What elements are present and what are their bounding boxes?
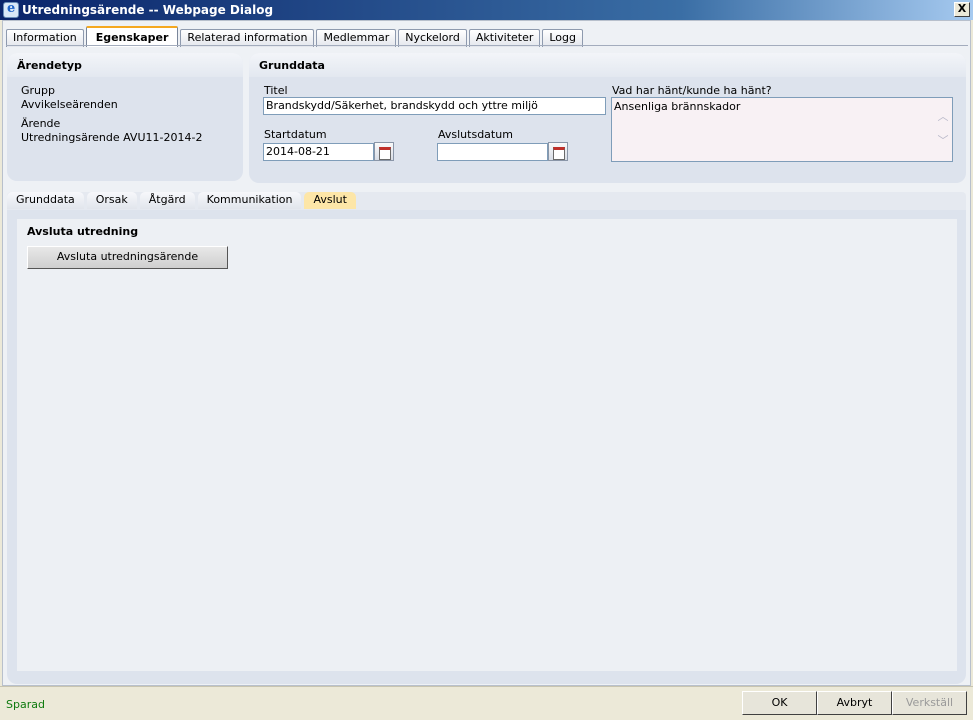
subtab-kommunikation[interactable]: Kommunikation — [197, 192, 302, 209]
window-title: Utredningsärende -- Webpage Dialog — [22, 3, 274, 17]
sub-tabs: Grunddata Orsak Åtgärd Kommunikation Avslut — [7, 192, 966, 210]
main-tabs: Information Egenskaper Relaterad informati… — [6, 26, 585, 47]
grunddata-panel-header: Grunddata — [249, 53, 966, 77]
vad-label: Vad har hänt/kunde ha hänt? — [612, 84, 772, 97]
scroll-up-icon[interactable]: ︿ — [937, 111, 949, 123]
grupp-value: Avvikelseärenden — [21, 98, 118, 111]
avsluta-utredning-title: Avsluta utredning — [27, 225, 139, 238]
vad-textarea[interactable]: Ansenliga brännskador ︿ ﹀ — [611, 97, 953, 162]
ie-icon — [3, 1, 19, 18]
titel-label: Titel — [264, 84, 288, 97]
avslutsdatum-label: Avslutsdatum — [438, 128, 513, 141]
arende-value: Utredningsärende AVU11-2014-2 — [21, 131, 203, 144]
grupp-label: Grupp — [21, 84, 55, 97]
titel-input[interactable]: Brandskydd/Säkerhet, brandskydd och yttr… — [263, 97, 606, 115]
subtab-orsak[interactable]: Orsak — [86, 192, 137, 209]
grunddata-panel: Grunddata Titel Brandskydd/Säkerhet, bra… — [249, 53, 966, 183]
scroll-down-icon[interactable]: ﹀ — [937, 135, 949, 147]
dialog-body: Information Egenskaper Relaterad informati… — [2, 20, 971, 686]
arendetyp-title: Ärendetyp — [17, 59, 82, 72]
startdatum-calendar-icon[interactable] — [374, 142, 394, 161]
apply-button[interactable]: Verkställ — [892, 691, 967, 715]
ok-button[interactable]: OK — [742, 691, 817, 715]
avslut-panel: Avsluta utredning Avsluta utredningsären… — [7, 210, 966, 684]
vad-text: Ansenliga brännskador — [614, 100, 741, 113]
footer-bar: Sparad OK Avbryt Verkställ — [0, 686, 973, 720]
avslutsdatum-calendar-icon[interactable] — [548, 142, 568, 161]
cancel-button[interactable]: Avbryt — [817, 691, 892, 715]
arendetyp-panel: Ärendetyp Grupp Avvikelseärenden Ärende … — [7, 53, 243, 181]
arendetyp-panel-header: Ärendetyp — [7, 53, 243, 77]
tabs-divider — [6, 45, 968, 46]
close-button[interactable]: X — [954, 2, 970, 17]
startdatum-label: Startdatum — [264, 128, 327, 141]
avsluta-utredningsarende-button[interactable]: Avsluta utredningsärende — [27, 246, 228, 269]
title-bar: Utredningsärende -- Webpage Dialog X — [0, 0, 973, 20]
tab-egenskaper[interactable]: Egenskaper — [85, 26, 179, 47]
subtab-avslut[interactable]: Avslut — [304, 192, 356, 209]
subtab-grunddata[interactable]: Grunddata — [7, 192, 84, 209]
subtab-atgard[interactable]: Åtgärd — [139, 192, 195, 209]
grunddata-title: Grunddata — [259, 59, 325, 72]
startdatum-input[interactable]: 2014-08-21 — [263, 143, 374, 161]
arende-label: Ärende — [21, 117, 61, 130]
status-text: Sparad — [6, 698, 45, 711]
avslut-content: Avsluta utredning Avsluta utredningsären… — [17, 219, 957, 671]
avslutsdatum-input[interactable] — [437, 143, 548, 161]
